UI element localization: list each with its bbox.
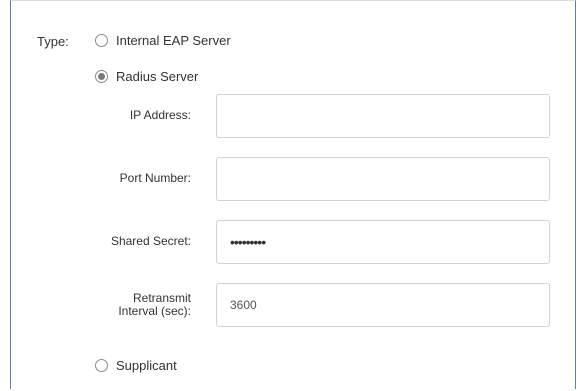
shared-secret-value: ••••••••• — [230, 234, 266, 250]
port-number-input[interactable] — [216, 157, 550, 201]
retransmit-interval-value: 3600 — [230, 298, 257, 312]
ip-address-label: IP Address: — [129, 108, 191, 122]
retransmit-label-line2: Interval (sec): — [118, 304, 191, 318]
radius-server-option[interactable]: Radius Server — [95, 69, 198, 84]
shared-secret-input[interactable]: ••••••••• — [216, 220, 550, 264]
radius-settings-panel: Type: Internal EAP Server Radius Server … — [10, 0, 576, 389]
supplicant-label: Supplicant — [116, 358, 177, 373]
shared-secret-label: Shared Secret: — [110, 234, 191, 248]
supplicant-option[interactable]: Supplicant — [95, 358, 177, 373]
internal-eap-server-label: Internal EAP Server — [116, 33, 231, 48]
internal-eap-server-option[interactable]: Internal EAP Server — [95, 33, 231, 48]
port-number-label: Port Number: — [119, 171, 191, 185]
retransmit-interval-label: Retransmit Interval (sec): — [91, 292, 191, 318]
radius-server-label: Radius Server — [116, 69, 199, 84]
supplicant-radio[interactable] — [95, 359, 108, 372]
ip-address-input[interactable] — [216, 94, 550, 138]
type-label: Type: — [37, 34, 69, 49]
retransmit-interval-input[interactable]: 3600 — [216, 283, 550, 327]
radius-server-radio[interactable] — [95, 70, 108, 83]
internal-eap-server-radio[interactable] — [95, 34, 108, 47]
